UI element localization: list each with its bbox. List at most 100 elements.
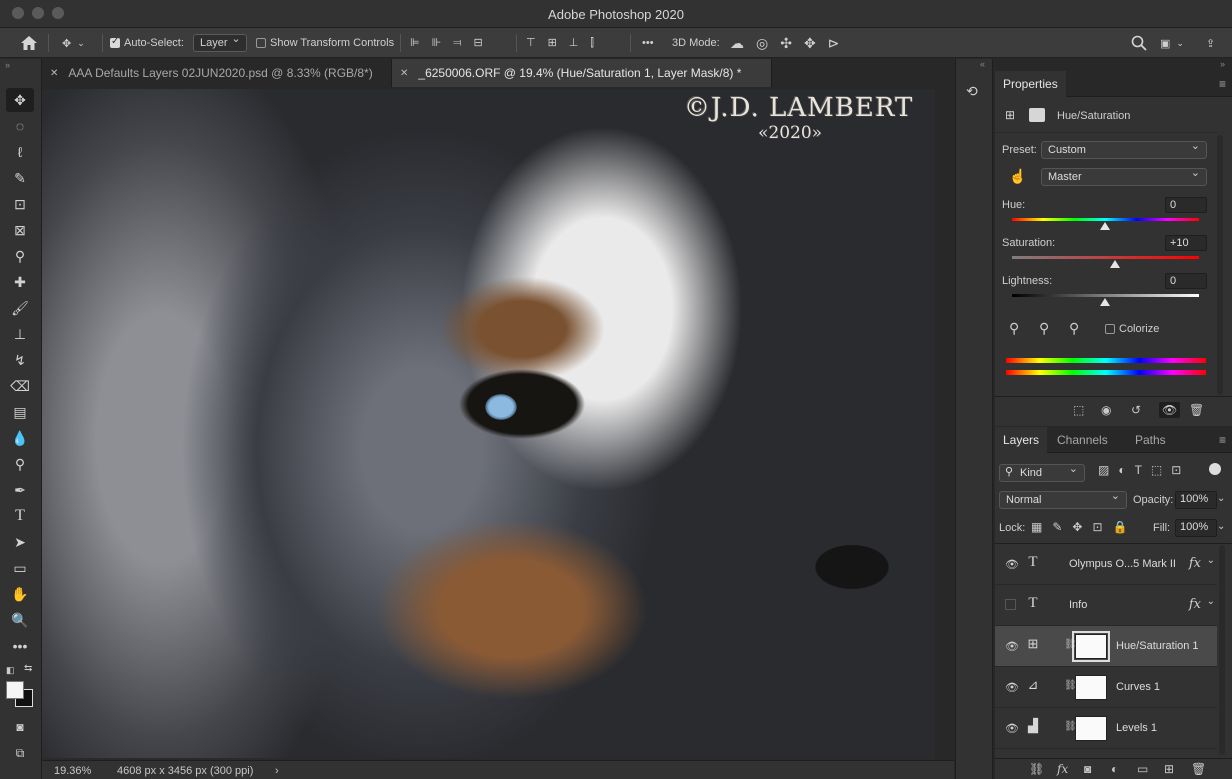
- tab-paths[interactable]: Paths: [1127, 427, 1174, 453]
- layer-mask-icon[interactable]: [1029, 108, 1045, 122]
- brush-tool-icon[interactable]: 🖌: [6, 296, 34, 320]
- add-mask-icon[interactable]: ◙: [1084, 762, 1091, 776]
- healing-brush-tool-icon[interactable]: ✚: [6, 270, 34, 294]
- eyedropper-plus-icon[interactable]: ⚲: [1039, 320, 1049, 337]
- tab-properties[interactable]: Properties: [995, 71, 1066, 97]
- type-tool-icon[interactable]: T: [6, 504, 34, 528]
- saturation-slider-track[interactable]: [1012, 256, 1199, 259]
- auto-select-dropdown[interactable]: Layer: [193, 28, 247, 58]
- lightness-slider-track[interactable]: [1012, 294, 1199, 297]
- layers-panel-menu-icon[interactable]: ≡: [1219, 433, 1226, 447]
- chevron-down-icon[interactable]: ⌄: [1217, 493, 1225, 504]
- new-adjustment-layer-icon[interactable]: ◐: [1111, 762, 1118, 776]
- add-layer-style-icon[interactable]: fx: [1057, 762, 1068, 776]
- clone-stamp-tool-icon[interactable]: ⊥: [6, 322, 34, 346]
- channel-dropdown[interactable]: Master: [1041, 166, 1207, 186]
- zoom-level[interactable]: 19.36%: [54, 765, 91, 777]
- edit-toolbar-icon[interactable]: •••: [6, 634, 34, 658]
- chevron-down-icon[interactable]: ⌄: [1207, 596, 1215, 607]
- clip-to-layer-icon[interactable]: ⬚: [1073, 403, 1084, 417]
- visibility-eye-icon[interactable]: 👁: [1005, 681, 1019, 694]
- path-selection-tool-icon[interactable]: ➤: [6, 530, 34, 554]
- layer-mask-thumbnail[interactable]: [1072, 631, 1110, 662]
- layers-scrollbar[interactable]: [1219, 545, 1225, 755]
- history-panel-icon[interactable]: ⟲: [966, 83, 978, 100]
- screen-mode-icon[interactable]: ⧉: [6, 741, 34, 765]
- auto-select-checkbox[interactable]: Auto-Select:: [110, 28, 184, 58]
- hue-value[interactable]: 0: [1165, 197, 1207, 213]
- filter-toggle-icon[interactable]: [1209, 463, 1221, 475]
- chevron-down-icon[interactable]: ⌄: [1217, 521, 1225, 532]
- lightness-slider-thumb[interactable]: [1100, 298, 1110, 306]
- blur-tool-icon[interactable]: 💧: [6, 426, 34, 450]
- blend-mode-dropdown[interactable]: Normal: [999, 489, 1127, 509]
- lasso-tool-icon[interactable]: ℓ: [6, 140, 34, 164]
- hue-slider-track[interactable]: [1012, 218, 1199, 221]
- dodge-tool-icon[interactable]: ⚲: [6, 452, 34, 476]
- align-buttons[interactable]: ⊫⊪⫤⊟: [410, 28, 495, 58]
- opacity-value[interactable]: 100%: [1175, 491, 1217, 509]
- tab-document-1[interactable]: ✕ AAA Defaults Layers 02JUN2020.psd @ 8.…: [42, 59, 392, 87]
- saturation-slider-thumb[interactable]: [1110, 260, 1120, 268]
- pen-tool-icon[interactable]: ✒: [6, 478, 34, 502]
- eraser-tool-icon[interactable]: ⌫: [6, 374, 34, 398]
- hand-tool-icon[interactable]: ✋: [6, 582, 34, 606]
- layer-mask-thumbnail[interactable]: [1075, 716, 1107, 741]
- layer-mask-thumbnail[interactable]: [1075, 675, 1107, 700]
- more-options-icon[interactable]: •••: [642, 28, 654, 58]
- home-icon[interactable]: [20, 28, 38, 58]
- visibility-eye-icon[interactable]: 👁: [1005, 558, 1019, 571]
- layer-filter-icons[interactable]: ▨◐T⬚⊡: [1098, 463, 1190, 477]
- lightness-value[interactable]: 0: [1165, 273, 1207, 289]
- toggle-visibility-icon[interactable]: 👁: [1159, 402, 1181, 418]
- preset-dropdown[interactable]: Custom: [1041, 139, 1207, 159]
- colorize-checkbox[interactable]: Colorize: [1105, 323, 1159, 335]
- properties-scrollbar[interactable]: [1217, 135, 1223, 395]
- search-icon[interactable]: [1131, 28, 1147, 58]
- collapse-panels-icon[interactable]: »: [1220, 59, 1225, 69]
- distribute-buttons[interactable]: ⊤⊞⊥⫿: [526, 28, 606, 58]
- delete-layer-icon[interactable]: 🗑: [1191, 762, 1206, 776]
- visibility-eye-icon[interactable]: 👁: [1005, 640, 1019, 653]
- saturation-value[interactable]: +10: [1165, 235, 1207, 251]
- view-previous-state-icon[interactable]: ◉: [1101, 403, 1111, 417]
- lock-icons[interactable]: ▦✎✥⊡🔒: [1031, 520, 1137, 534]
- new-group-icon[interactable]: ▭: [1137, 762, 1148, 776]
- visibility-off-box[interactable]: [1005, 599, 1016, 610]
- status-menu-arrow[interactable]: ›: [275, 765, 279, 777]
- chevron-down-icon[interactable]: ⌄: [1207, 555, 1215, 566]
- panel-menu-icon[interactable]: ≡: [1219, 77, 1226, 91]
- close-tab-icon[interactable]: ✕: [50, 68, 58, 79]
- zoom-tool-icon[interactable]: 🔍: [6, 608, 34, 632]
- frame-tool-icon[interactable]: ⊠: [6, 218, 34, 242]
- link-layers-icon[interactable]: ⛓: [1029, 762, 1044, 776]
- layer-row[interactable]: 👁 T Olympus O...5 Mark II fx ⌄: [995, 544, 1217, 585]
- default-colors-icon[interactable]: ◧: [6, 665, 15, 676]
- visibility-eye-icon[interactable]: 👁: [1005, 722, 1019, 735]
- share-icon[interactable]: ⇪: [1206, 28, 1215, 58]
- history-brush-tool-icon[interactable]: ↯: [6, 348, 34, 372]
- new-layer-icon[interactable]: ⊞: [1164, 762, 1174, 776]
- eyedropper-minus-icon[interactable]: ⚲: [1069, 320, 1079, 337]
- fill-value[interactable]: 100%: [1175, 519, 1217, 537]
- targeted-adjustment-hand-icon[interactable]: ☝: [1009, 168, 1026, 185]
- swap-colors-icon[interactable]: ⇆: [24, 663, 32, 674]
- move-tool-preset-icon[interactable]: ✥ ⌄: [62, 28, 85, 58]
- eyedropper-icon[interactable]: ⚲: [1009, 320, 1019, 337]
- tab-channels[interactable]: Channels: [1049, 427, 1116, 453]
- layer-effects-icon[interactable]: fx: [1189, 597, 1201, 612]
- delete-adjustment-icon[interactable]: 🗑: [1189, 403, 1204, 417]
- close-tab-icon[interactable]: ✕: [400, 68, 408, 79]
- quick-mask-icon[interactable]: ◙: [6, 715, 34, 739]
- workspace-icon[interactable]: ▣ ⌄: [1160, 28, 1184, 58]
- gradient-tool-icon[interactable]: ▤: [6, 400, 34, 424]
- layer-row[interactable]: T Info fx ⌄: [995, 585, 1217, 626]
- quick-selection-tool-icon[interactable]: ✎: [6, 166, 34, 190]
- hue-slider-thumb[interactable]: [1100, 222, 1110, 230]
- move-tool-icon[interactable]: ✥: [6, 88, 34, 112]
- crop-tool-icon[interactable]: ⊡: [6, 192, 34, 216]
- layer-row[interactable]: 👁 ⊿ ⛓ Curves 1: [995, 667, 1217, 708]
- foreground-color-swatch[interactable]: [6, 681, 24, 699]
- layer-row[interactable]: 👁 ▟ ⛓ Levels 1: [995, 708, 1217, 749]
- eyedropper-tool-icon[interactable]: ⚲: [6, 244, 34, 268]
